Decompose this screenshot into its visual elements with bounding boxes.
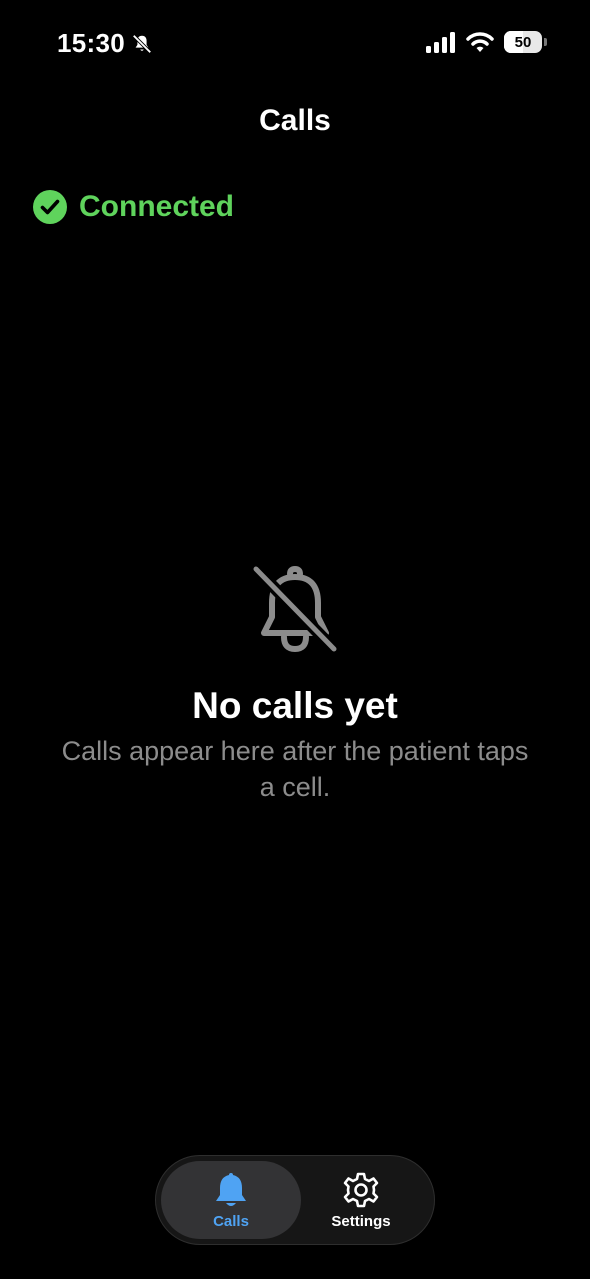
battery-percentage: 50 bbox=[514, 33, 532, 51]
bell-icon bbox=[216, 1172, 246, 1206]
gear-icon bbox=[343, 1172, 379, 1207]
status-indicators: 50 bbox=[426, 31, 547, 53]
checkmark-circle-icon bbox=[33, 190, 67, 224]
bell-slash-icon bbox=[252, 565, 338, 655]
bell-slash-icon bbox=[132, 33, 152, 54]
status-bar: 15:30 50 bbox=[0, 0, 590, 90]
status-time-group: 15:30 bbox=[57, 28, 153, 59]
empty-state-subtitle: Calls appear here after the patient taps… bbox=[61, 736, 529, 802]
cellular-signal-icon bbox=[426, 32, 455, 53]
tab-settings[interactable]: Settings bbox=[291, 1161, 431, 1239]
battery-cap bbox=[544, 38, 547, 46]
status-time: 15:30 bbox=[57, 28, 125, 58]
page-title: Calls bbox=[259, 104, 331, 137]
wifi-icon bbox=[466, 32, 494, 52]
empty-state-title: No calls yet bbox=[192, 685, 398, 726]
tab-calls[interactable]: Calls bbox=[161, 1161, 301, 1239]
connection-status: Connected bbox=[33, 190, 234, 224]
tab-bar: Calls Settings bbox=[155, 1155, 435, 1245]
tab-calls-label: Calls bbox=[213, 1212, 249, 1230]
battery-indicator: 50 bbox=[504, 31, 547, 53]
tab-settings-label: Settings bbox=[331, 1212, 391, 1230]
connection-label: Connected bbox=[79, 190, 235, 223]
empty-state: No calls yet Calls appear here after the… bbox=[0, 565, 590, 805]
